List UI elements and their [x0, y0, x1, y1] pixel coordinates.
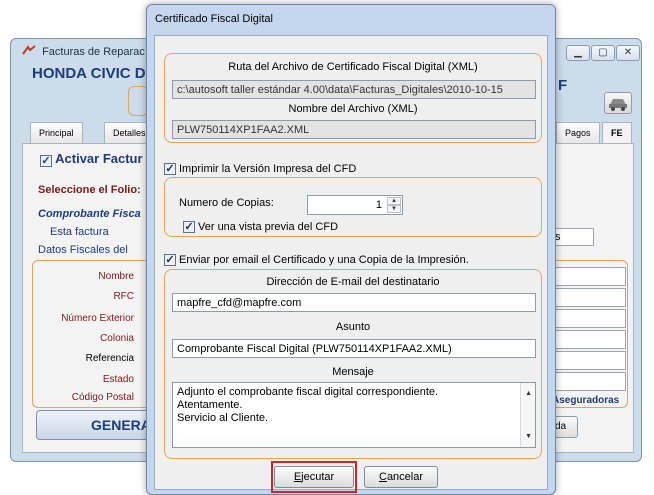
app-icon [22, 45, 36, 55]
ruta-field[interactable]: c:\autosoft taller estándar 4.00\data\Fa… [172, 80, 536, 99]
background-title-text: Facturas de Reparac [42, 46, 145, 58]
mensaje-scrollbar[interactable]: ▲ ▼ [520, 383, 535, 447]
tab-pagos[interactable]: Pagos [556, 122, 600, 144]
datos-fiscales-label: Datos Fiscales del [38, 244, 128, 256]
close-button[interactable]: ✕ [616, 45, 640, 61]
archivo-group: Ruta del Archivo de Certificado Fiscal D… [164, 53, 542, 143]
preview-label: Ver una vista previa del CFD [198, 221, 339, 233]
comprobante-label: Comprobante Fisca [38, 208, 141, 220]
spin-down-icon[interactable]: ▼ [387, 205, 401, 213]
ejecutar-button[interactable]: Ejecutar [274, 466, 354, 488]
imprimir-checkbox[interactable]: ✓ Imprimir la Versión Impresa del CFD [164, 163, 356, 175]
check-icon: ✓ [164, 163, 176, 175]
mensaje-line: Atentamente. [177, 399, 243, 411]
imprimir-label: Imprimir la Versión Impresa del CFD [179, 163, 357, 175]
minimize-button[interactable]: ▁ [566, 45, 590, 61]
generar-button[interactable]: GENERAR [36, 410, 161, 440]
preview-checkbox[interactable]: ✓ Ver una vista previa del CFD [183, 221, 338, 233]
activar-checkbox[interactable]: ✓ Activar Factur [40, 151, 143, 167]
background-field-5[interactable] [550, 351, 626, 370]
background-field-1[interactable] [550, 267, 626, 286]
dialog-title: Certificado Fiscal Digital [155, 13, 273, 25]
mensaje-line: Servicio al Cliente. [177, 412, 269, 424]
tab-principal[interactable]: Principal [30, 122, 83, 144]
copias-value: 1 [375, 199, 382, 211]
folio-label: Seleccione el Folio: [38, 184, 141, 196]
asunto-field[interactable]: Comprobante Fiscal Digital (PLW750114XP1… [172, 339, 536, 358]
nombre-archivo-field[interactable]: PLW750114XP1FAA2.XML [172, 120, 536, 139]
check-icon: ✓ [40, 155, 52, 167]
car-button[interactable] [604, 92, 632, 114]
background-group-frame [128, 86, 148, 116]
scroll-down-icon[interactable]: ▼ [525, 430, 532, 443]
asunto-label: Asunto [335, 321, 371, 333]
background-heading-right: F [558, 77, 568, 94]
mensaje-line: Adjunto el comprobante fiscal digital co… [177, 386, 439, 398]
car-icon [609, 99, 627, 111]
background-heading: HONDA CIVIC D [32, 65, 146, 82]
check-icon: ✓ [164, 254, 176, 266]
background-window-title: Facturas de Reparac [22, 45, 145, 58]
scroll-up-icon[interactable]: ▲ [525, 387, 532, 400]
copias-stepper[interactable]: 1 ▲ ▼ [307, 195, 403, 215]
check-icon: ✓ [183, 221, 195, 233]
copias-label: Numero de Copias: [179, 197, 274, 209]
mensaje-label: Mensaje [332, 366, 374, 378]
email-checkbox[interactable]: ✓ Enviar por email el Certificado y una … [164, 254, 469, 266]
mensaje-textarea[interactable]: Adjunto el comprobante fiscal digital co… [172, 382, 536, 448]
maximize-button[interactable]: ▢ [591, 45, 615, 61]
direccion-label: Dirección de E-mail del destinatario [266, 276, 440, 288]
background-field-4[interactable] [550, 330, 626, 349]
certificado-dialog: Certificado Fiscal Digital Ruta del Arch… [146, 4, 556, 495]
nombre-archivo-label: Nombre del Archivo (XML) [288, 103, 418, 115]
spin-up-icon[interactable]: ▲ [387, 197, 401, 205]
direccion-field[interactable]: mapfre_cfd@mapfre.com [172, 293, 536, 312]
email-group: Dirección de E-mail del destinatario map… [164, 269, 542, 459]
background-field-2[interactable] [550, 288, 626, 307]
background-field-6[interactable] [550, 372, 626, 391]
ruta-label: Ruta del Archivo de Certificado Fiscal D… [228, 61, 478, 73]
cancelar-button[interactable]: Cancelar [364, 466, 438, 488]
aseguradoras-link[interactable]: Aseguradoras [552, 395, 619, 406]
esta-factura-label: Esta factura [50, 226, 109, 238]
email-label: Enviar por email el Certificado y una Co… [179, 254, 469, 266]
background-field-3[interactable] [550, 309, 626, 328]
dialog-body: Ruta del Archivo de Certificado Fiscal D… [154, 35, 548, 493]
background-s-field: s [550, 228, 594, 246]
tab-fe[interactable]: FE [602, 122, 632, 145]
